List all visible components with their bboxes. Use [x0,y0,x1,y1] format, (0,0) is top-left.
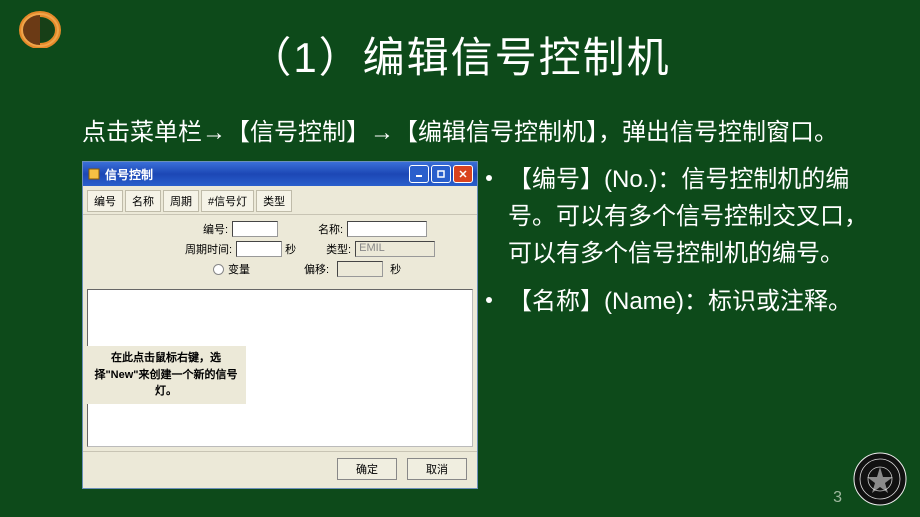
ok-button[interactable]: 确定 [337,458,397,480]
no-input[interactable] [232,221,278,237]
cancel-button[interactable]: 取消 [407,458,467,480]
slide-title: （1）编辑信号控制机 [0,0,920,85]
intro-text: 点击菜单栏→【信号控制】→【编辑信号控制机】，弹出信号控制窗口。 [82,119,838,146]
name-label: 名称: [318,221,343,237]
window-app-icon [87,167,101,181]
dialog-buttons: 确定 取消 [83,451,477,488]
window-form: 编号: 名称: 周期时间: 秒 类型: EMIL 变量 偏移: 秒 [83,215,477,285]
note-item: 【名称】(Name)：标识或注释。 [508,283,880,320]
offset-radio[interactable] [213,264,224,275]
university-seal-icon [852,451,908,507]
toolbar-button[interactable]: #信号灯 [201,190,254,212]
type-input[interactable]: EMIL [355,241,435,257]
list-hint: 在此点击鼠标右键，选择"New"来创建一个新的信号灯。 [86,346,246,404]
maximize-button[interactable] [431,165,451,183]
toolbar-button[interactable]: 编号 [87,190,123,212]
close-button[interactable] [453,165,473,183]
slide-logo [14,8,62,48]
window-titlebar: 信号控制 [83,162,477,186]
no-label: 编号: [203,221,228,237]
note-item: 【编号】(No.)：信号控制机的编号。可以有多个信号控制交叉口，可以有多个信号控… [508,161,880,273]
cycle-label: 周期时间: [185,241,232,257]
offset-unit: 秒 [390,261,401,277]
cycle-input[interactable] [236,241,282,257]
offset-label: 偏移: [304,261,329,277]
page-number: 3 [833,489,842,507]
offset-input[interactable] [337,261,383,277]
signal-list-panel[interactable]: 在此点击鼠标右键，选择"New"来创建一个新的信号灯。 [87,289,473,447]
toolbar-button[interactable]: 周期 [163,190,199,212]
window-toolbar: 编号 名称 周期 #信号灯 类型 [83,186,477,215]
toolbar-button[interactable]: 名称 [125,190,161,212]
bullet-icon [486,175,492,181]
bullet-icon [486,297,492,303]
type-label: 类型: [326,241,351,257]
offset-radio-label: 变量 [228,261,250,277]
slide-notes: 【编号】(No.)：信号控制机的编号。可以有多个信号控制交叉口，可以有多个信号控… [508,161,880,330]
note-text: 【编号】(No.)：信号控制机的编号。可以有多个信号控制交叉口，可以有多个信号控… [508,166,868,267]
window-title: 信号控制 [105,166,407,183]
name-input[interactable] [347,221,427,237]
minimize-button[interactable] [409,165,429,183]
slide-intro: 点击菜单栏→【信号控制】→【编辑信号控制机】，弹出信号控制窗口。 [82,115,860,151]
cycle-unit: 秒 [285,241,296,257]
signal-control-window: 信号控制 编号 名称 周期 #信号灯 类型 编号: 名称: [82,161,478,489]
note-text: 【名称】(Name)：标识或注释。 [508,288,852,315]
toolbar-button[interactable]: 类型 [256,190,292,212]
